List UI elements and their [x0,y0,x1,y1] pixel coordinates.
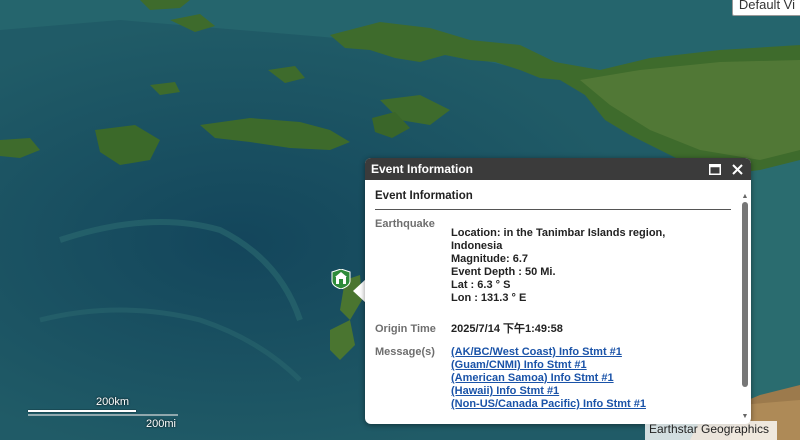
earthquake-row: Earthquake Location: in the Tanimbar Isl… [375,218,731,305]
message-link-nonus[interactable]: (Non-US/Canada Pacific) Info Stmt #1 [451,398,646,411]
maximize-icon[interactable] [707,161,723,177]
origin-label: Origin Time [375,323,436,335]
location-line-1: Location: in the Tanimbar Islands region… [451,227,666,239]
origin-row: Origin Time 2025/7/14 下午1:49:58 [375,323,731,336]
scroll-thumb[interactable] [742,202,748,387]
magnitude-line: Magnitude: 6.7 [451,253,529,265]
scroll-down-icon[interactable]: ▼ [741,413,749,420]
scale-mi-line [28,414,178,416]
close-icon[interactable] [729,161,745,177]
basemap-selector-button[interactable]: Default Vi [731,0,800,16]
earthquake-marker-icon[interactable] [331,268,351,290]
latitude-line: Lat : 6.3 ° S [451,279,511,291]
message-link-samoa[interactable]: (American Samoa) Info Stmt #1 [451,372,646,385]
message-link-hawaii[interactable]: (Hawaii) Info Stmt #1 [451,385,646,398]
map-attribution: Earthstar Geographics [645,421,778,440]
origin-value: 2025/7/14 下午1:49:58 [451,323,563,335]
scale-km-line [28,410,136,412]
popup-header: Event Information [365,158,751,180]
earthquake-details: Location: in the Tanimbar Islands region… [451,218,665,305]
depth-line: Event Depth : 50 Mi. [451,266,556,278]
messages-label: Message(s) [375,346,435,358]
messages-list: (AK/BC/West Coast) Info Stmt #1 (Guam/CN… [451,346,646,411]
popup-body[interactable]: Event Information Earthquake Location: i… [365,180,751,424]
event-info-popup: Event Information Event Information Eart… [365,158,751,424]
message-link-guam[interactable]: (Guam/CNMI) Info Stmt #1 [451,359,646,372]
earthquake-label: Earthquake [375,218,435,230]
longitude-line: Lon : 131.3 ° E [451,292,527,304]
scale-mi-label: 200mi [146,418,176,430]
scroll-up-icon[interactable]: ▲ [741,193,749,200]
messages-row: Message(s) (AK/BC/West Coast) Info Stmt … [375,346,731,411]
popup-title: Event Information [371,162,474,176]
section-title: Event Information [375,190,731,210]
scale-km-label: 200km [96,396,130,408]
location-line-2: Indonesia [451,240,503,252]
message-link-ak[interactable]: (AK/BC/West Coast) Info Stmt #1 [451,346,646,359]
popup-scrollbar[interactable]: ▲ ▼ [741,193,749,420]
